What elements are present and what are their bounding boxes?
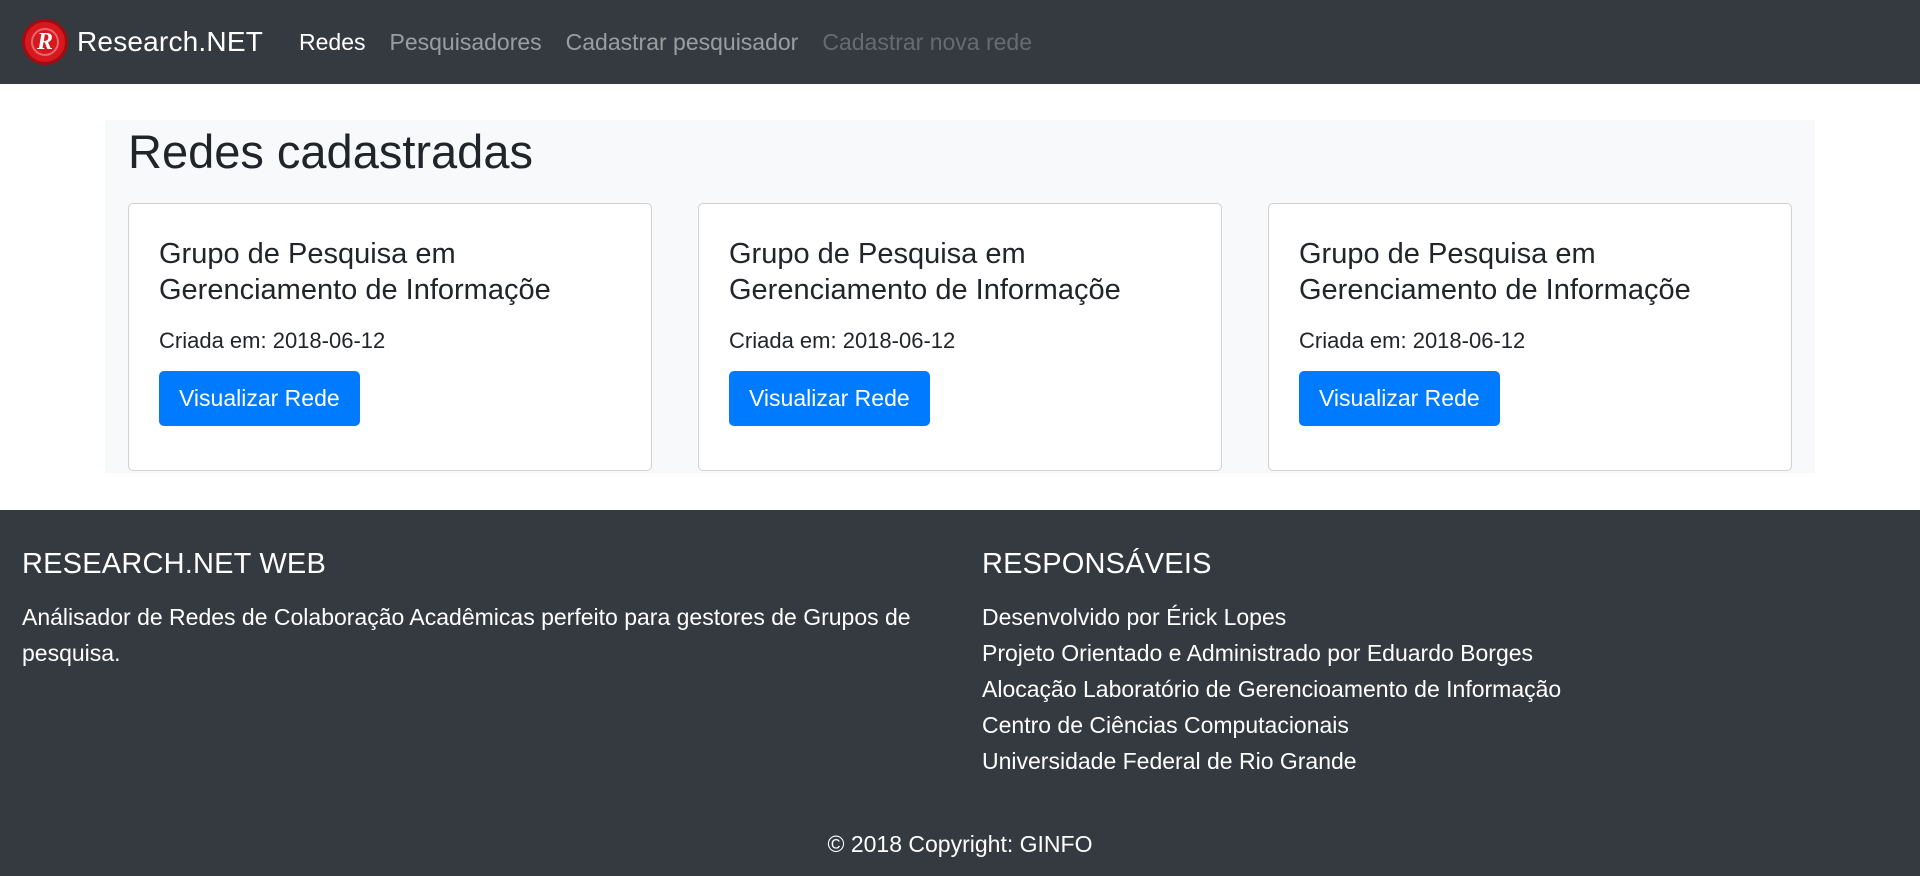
network-card-created-date: Criada em: 2018-06-12 [159,328,386,353]
network-card: Grupo de Pesquisa em Gerenciamento de In… [698,203,1222,471]
copyright-text: © 2018 Copyright: GINFO [827,831,1093,857]
view-network-button[interactable]: Visualizar Rede [729,371,930,426]
top-navbar: R Research.NET Redes Pesquisadores Cadas… [0,0,1920,84]
network-cards: Grupo de Pesquisa em Gerenciamento de In… [128,203,1792,471]
research-net-logo-icon: R [22,19,68,65]
footer-about: RESEARCH.NET WEB Análisador de Redes de … [22,548,982,779]
nav-link-redes[interactable]: Redes [299,29,365,56]
footer-about-heading: RESEARCH.NET WEB [22,548,326,580]
brand-name: Research.NET [77,26,264,57]
footer-responsibles-list: Desenvolvido por Érick Lopes Projeto Ori… [982,599,1882,779]
footer-responsibles: RESPONSÁVEIS Desenvolvido por Érick Lope… [982,548,1882,779]
view-network-button[interactable]: Visualizar Rede [159,371,360,426]
nav-link-pesquisadores[interactable]: Pesquisadores [390,29,542,56]
footer-list-item: Projeto Orientado e Administrado por Edu… [982,640,1534,666]
network-card-title: Grupo de Pesquisa em Gerenciamento de In… [159,238,551,306]
view-network-button[interactable]: Visualizar Rede [1299,371,1500,426]
network-card: Grupo de Pesquisa em Gerenciamento de In… [1268,203,1792,471]
logo-letter: R [36,28,53,55]
network-card-created-date: Criada em: 2018-06-12 [729,328,956,353]
brand-link[interactable]: R Research.NET [22,19,263,65]
footer-list-item: Desenvolvido por Érick Lopes [982,604,1287,630]
footer-list-item: Centro de Ciências Computacionais [982,712,1349,738]
network-card-title: Grupo de Pesquisa em Gerenciamento de In… [729,238,1121,306]
network-card: Grupo de Pesquisa em Gerenciamento de In… [128,203,652,471]
footer-responsibles-heading: RESPONSÁVEIS [982,548,1212,580]
page-title: Redes cadastradas [128,125,533,178]
page-footer: RESEARCH.NET WEB Análisador de Redes de … [0,510,1920,876]
footer-about-text: Análisador de Redes de Colaboração Acadê… [22,604,911,666]
footer-list-item: Alocação Laboratório de Gerencioamento d… [982,676,1562,702]
network-card-title: Grupo de Pesquisa em Gerenciamento de In… [1299,238,1691,306]
networks-panel: Redes cadastradas Grupo de Pesquisa em G… [105,120,1815,473]
nav-link-cadastrar-pesquisador[interactable]: Cadastrar pesquisador [566,29,799,56]
footer-list-item: Universidade Federal de Rio Grande [982,748,1357,774]
nav-link-cadastrar-nova-rede: Cadastrar nova rede [822,28,1033,55]
main-content: Redes cadastradas Grupo de Pesquisa em G… [0,84,1920,510]
footer-columns: RESEARCH.NET WEB Análisador de Redes de … [22,548,1898,779]
network-card-created-date: Criada em: 2018-06-12 [1299,328,1526,353]
